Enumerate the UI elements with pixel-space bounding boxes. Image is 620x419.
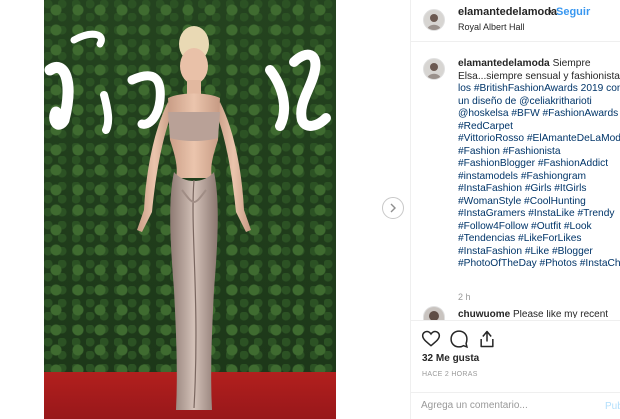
caption-line[interactable]: #FashionBlogger #FashionAddict	[458, 158, 620, 171]
caption-line[interactable]: #PhotoOfTheDay #Photos #InstaChi	[458, 258, 620, 271]
caption-line[interactable]: #Tendencias #LikeForLikes	[458, 233, 620, 246]
comment-username[interactable]: chuwuome	[458, 310, 510, 318]
post-photo[interactable]	[44, 0, 336, 419]
post-actions: 32 Me gusta HACE 2 HORAS Pub	[411, 320, 620, 419]
comment-avatar[interactable]	[423, 306, 445, 320]
post-time-ago[interactable]: HACE 2 HORAS	[422, 371, 478, 378]
caption-line[interactable]: #InstaFashion #Like #Blogger	[458, 246, 620, 259]
next-image-button[interactable]	[382, 197, 404, 219]
comment-text: Please like my recent	[513, 310, 609, 318]
caption-line: Elsa...siempre sensual y fashionista e	[458, 70, 620, 82]
avatar-image	[424, 59, 444, 79]
share-icon[interactable]	[477, 329, 497, 349]
comment-form: Pub	[411, 392, 620, 419]
caption-line[interactable]: #Follow4Follow #Outfit #Look	[458, 221, 620, 234]
publish-button[interactable]: Pub	[605, 401, 620, 412]
comment-icon[interactable]	[449, 329, 469, 349]
comment-item: chuwuome Please like my recent	[458, 310, 620, 318]
model-figure	[137, 26, 251, 410]
header-username[interactable]: elamantedelamoda	[458, 6, 557, 18]
caption-timestamp[interactable]: 2 h	[458, 292, 471, 302]
chevron-right-icon	[390, 203, 396, 213]
post-header: elamantedelamoda • Seguir Royal Albert H…	[411, 0, 620, 42]
like-count[interactable]: 32 Me gusta	[422, 353, 479, 364]
location-link[interactable]: Royal Albert Hall	[458, 22, 525, 32]
caption-line[interactable]: #InstaGramers #InstaLike #Trendy	[458, 208, 620, 221]
avatar-image	[424, 307, 444, 320]
post-media-area	[0, 0, 410, 419]
heart-icon[interactable]	[421, 329, 441, 349]
follow-button[interactable]: Seguir	[556, 6, 590, 18]
caption-line[interactable]: un diseño de @celiakritharioti	[458, 96, 620, 109]
post-side-panel: elamantedelamoda • Seguir Royal Albert H…	[410, 0, 620, 419]
avatar-image	[424, 10, 444, 30]
header-separator: •	[548, 6, 552, 18]
caption-username[interactable]: elamantedelamoda	[458, 58, 550, 69]
caption-line[interactable]: #instamodels #Fashiongram	[458, 171, 620, 184]
avatar[interactable]	[423, 9, 445, 31]
caption-line[interactable]: @hoskelsa #BFW #FashionAwards	[458, 108, 620, 121]
caption-line[interactable]: #RedCarpet	[458, 121, 620, 134]
caption-line[interactable]: los #BritishFashionAwards 2019 con	[458, 83, 620, 96]
caption-line[interactable]: #VittorioRosso #ElAmanteDeLaModa	[458, 133, 620, 146]
caption-line[interactable]: #Fashion #Fashionista	[458, 146, 620, 159]
caption-avatar[interactable]	[423, 58, 445, 80]
caption-line-0: elamantedelamoda Siempre	[458, 58, 591, 69]
caption-line[interactable]: #InstaFashion #Girls #ItGirls	[458, 183, 620, 196]
comment-input[interactable]	[421, 400, 581, 411]
caption-line[interactable]: #WomanStyle #CoolHunting	[458, 196, 620, 209]
post-caption: elamantedelamoda Siempre Elsa...siempre …	[458, 58, 620, 271]
